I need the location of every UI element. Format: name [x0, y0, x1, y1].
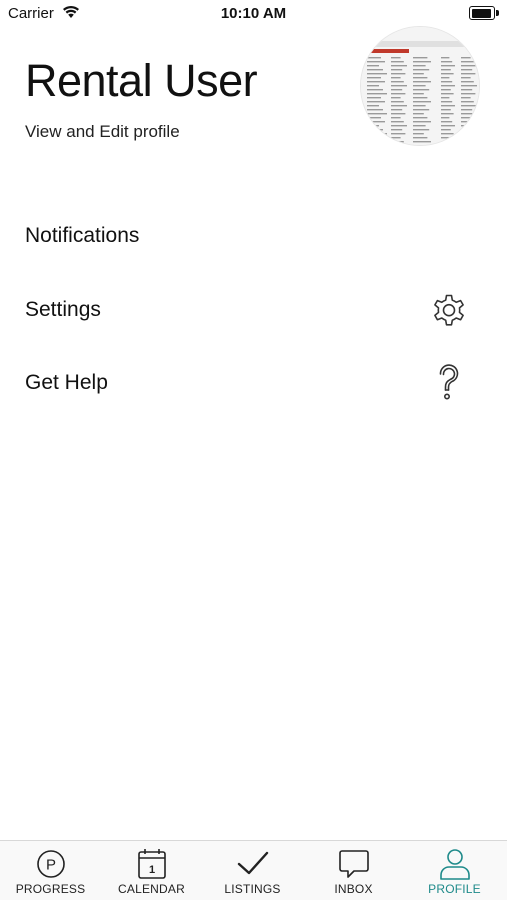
calendar-icon: 1 [137, 849, 166, 879]
svg-text:P: P [45, 857, 55, 874]
menu-item-label: Notifications [25, 224, 140, 247]
tab-inbox[interactable]: INBOX [303, 841, 404, 900]
menu-item-get-help[interactable]: Get Help [0, 353, 507, 413]
chat-bubble-icon [338, 850, 369, 878]
question-icon [439, 364, 459, 400]
user-name: Rental User [25, 55, 258, 106]
calendar-day: 1 [148, 864, 154, 876]
view-edit-profile-link[interactable]: View and Edit profile [25, 122, 180, 142]
checkmark-icon [237, 851, 268, 875]
tab-bar: P PROGRESS 1 CALENDAR LISTINGS INBOX PRO… [0, 840, 507, 900]
tab-profile[interactable]: PROFILE [404, 841, 505, 900]
tab-label: PROGRESS [15, 882, 86, 896]
tab-label: INBOX [334, 882, 373, 896]
avatar[interactable] [360, 26, 480, 146]
menu-item-notifications[interactable]: Notifications [0, 206, 507, 266]
tab-progress[interactable]: P PROGRESS [0, 841, 101, 900]
gear-icon [434, 294, 464, 326]
person-icon [439, 849, 470, 880]
tab-calendar[interactable]: 1 CALENDAR [101, 841, 202, 900]
menu-item-settings[interactable]: Settings [0, 280, 507, 340]
tab-label: LISTINGS [224, 882, 281, 896]
avatar-image [361, 27, 479, 145]
tab-label: PROFILE [428, 882, 481, 896]
tab-label: CALENDAR [118, 882, 185, 896]
menu-item-label: Settings [25, 298, 101, 321]
menu-item-label: Get Help [25, 371, 108, 394]
profile-header: Rental User View and Edit profile [0, 0, 507, 170]
tab-listings[interactable]: LISTINGS [202, 841, 303, 900]
progress-icon: P [36, 850, 65, 878]
